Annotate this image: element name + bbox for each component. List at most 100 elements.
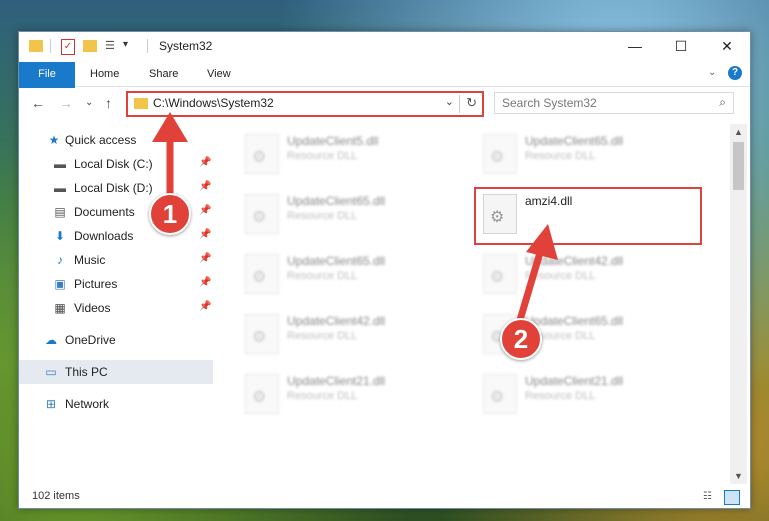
- sidebar-item-label: OneDrive: [65, 333, 116, 347]
- properties-list-icon[interactable]: ☰: [105, 40, 119, 52]
- minimize-button[interactable]: —: [612, 32, 658, 60]
- sidebar-item-videos[interactable]: ▦ Videos 📌: [19, 296, 213, 320]
- sidebar-item-label: Music: [74, 253, 106, 267]
- file-name: UpdateClient65.dll: [287, 254, 386, 268]
- file-name: UpdateClient65.dll: [525, 134, 624, 148]
- expand-ribbon-chevron-icon[interactable]: ⌄: [708, 67, 716, 78]
- new-folder-icon[interactable]: [83, 40, 97, 52]
- refresh-icon[interactable]: ↻: [466, 95, 477, 111]
- status-bar: 102 items ☷: [19, 486, 750, 508]
- close-button[interactable]: ✕: [704, 32, 750, 60]
- step-1-badge: 1: [149, 193, 191, 235]
- search-placeholder: Search System32: [502, 96, 597, 110]
- file-name: UpdateClient65.dll: [525, 314, 624, 328]
- file-item[interactable]: ⚙ UpdateClient65.dll Resource DLL: [237, 188, 457, 240]
- scroll-down-arrow-icon[interactable]: ▼: [730, 468, 747, 484]
- sidebar-item-local-disk-c[interactable]: ▬ Local Disk (C:) 📌: [19, 152, 213, 176]
- item-count: 102 items: [32, 490, 80, 502]
- pin-icon[interactable]: 📌: [199, 301, 211, 312]
- file-name: UpdateClient5.dll: [287, 134, 379, 148]
- documents-icon: ▤: [54, 205, 66, 219]
- dll-file-icon: ⚙: [245, 314, 279, 354]
- sidebar-item-label: Downloads: [74, 229, 134, 243]
- address-path[interactable]: C:\Windows\System32: [153, 96, 274, 110]
- sidebar-item-label: Pictures: [74, 277, 118, 291]
- sidebar-item-label: Local Disk (D:): [74, 181, 153, 195]
- file-name: UpdateClient65.dll: [287, 194, 386, 208]
- file-item[interactable]: ⚙ UpdateClient65.dll Resource DLL: [475, 128, 695, 180]
- sidebar-item-quick-access[interactable]: ★ Quick access: [19, 128, 213, 152]
- pin-icon[interactable]: 📌: [199, 277, 211, 288]
- dll-file-icon: ⚙: [483, 134, 517, 174]
- sidebar-item-label: Network: [65, 397, 110, 411]
- back-arrow-icon[interactable]: ←: [31, 95, 45, 111]
- file-name: UpdateClient21.dll: [287, 374, 386, 388]
- large-icons-view-icon[interactable]: [724, 490, 740, 505]
- dll-file-icon: ⚙: [245, 374, 279, 414]
- scroll-up-arrow-icon[interactable]: ▲: [730, 124, 747, 140]
- window-title: System32: [159, 39, 213, 53]
- maximize-button[interactable]: ☐: [658, 32, 704, 60]
- pin-icon[interactable]: 📌: [199, 181, 211, 192]
- pictures-icon: ▣: [54, 277, 66, 291]
- sidebar-item-music[interactable]: ♪ Music 📌: [19, 248, 213, 272]
- address-bar[interactable]: C:\Windows\System32 ⌄ ↻: [126, 91, 484, 117]
- sidebar-item-network[interactable]: ⊞ Network: [19, 392, 213, 416]
- sidebar-item-local-disk-d[interactable]: ▬ Local Disk (D:) 📌: [19, 176, 213, 200]
- vertical-scrollbar[interactable]: ▲ ▼: [730, 124, 747, 484]
- file-item[interactable]: ⚙ UpdateClient65.dll Resource DLL: [237, 248, 457, 300]
- file-type: Resource DLL: [525, 390, 596, 402]
- file-type: Resource DLL: [525, 150, 596, 162]
- sidebar-item-this-pc[interactable]: ▭ This PC: [19, 360, 213, 384]
- file-name: UpdateClient21.dll: [525, 374, 624, 388]
- file-type: Resource DLL: [287, 330, 358, 342]
- properties-check-icon[interactable]: ✓: [61, 39, 75, 55]
- scroll-thumb[interactable]: [733, 142, 744, 190]
- pin-icon[interactable]: 📌: [199, 253, 211, 264]
- file-item[interactable]: ⚙ UpdateClient5.dll Resource DLL: [237, 128, 457, 180]
- details-view-icon[interactable]: ☷: [703, 491, 717, 503]
- file-type: Resource DLL: [287, 390, 358, 402]
- cloud-icon: ☁: [45, 333, 57, 347]
- address-dropdown-chevron-icon[interactable]: ⌄: [445, 95, 454, 108]
- pin-icon[interactable]: 📌: [199, 229, 211, 240]
- file-list: ⚙ UpdateClient5.dll Resource DLL ⚙ Updat…: [217, 124, 730, 484]
- recent-locations-chevron-icon[interactable]: ⌄: [85, 97, 93, 108]
- tab-view[interactable]: View: [193, 62, 245, 86]
- sidebar-item-pictures[interactable]: ▣ Pictures 📌: [19, 272, 213, 296]
- search-input[interactable]: Search System32 ⌕: [494, 92, 734, 114]
- tab-home[interactable]: Home: [76, 62, 133, 86]
- file-item[interactable]: ⚙ UpdateClient42.dll Resource DLL: [237, 308, 457, 360]
- step-2-badge: 2: [500, 318, 542, 360]
- drive-icon: ▬: [54, 157, 66, 171]
- file-explorer-window: ✓ ☰ ▾ System32 — ☐ ✕ File Home Share Vie…: [18, 31, 751, 509]
- drive-icon: ▬: [54, 181, 66, 195]
- sidebar-item-label: Quick access: [65, 133, 137, 147]
- quick-access-divider: [50, 39, 51, 53]
- file-type: Resource DLL: [287, 270, 358, 282]
- file-item[interactable]: ⚙ UpdateClient21.dll Resource DLL: [475, 368, 695, 420]
- sidebar-item-onedrive[interactable]: ☁ OneDrive: [19, 328, 213, 352]
- sidebar-item-label: This PC: [65, 365, 108, 379]
- pin-icon[interactable]: 📌: [199, 157, 211, 168]
- computer-icon: ▭: [45, 365, 57, 379]
- file-item[interactable]: ⚙ UpdateClient42.dll Resource DLL: [475, 248, 695, 300]
- sidebar-item-label: Documents: [74, 205, 135, 219]
- help-icon[interactable]: ?: [728, 66, 742, 80]
- highlight-box: [474, 187, 702, 245]
- file-type: Resource DLL: [287, 210, 358, 222]
- downloads-icon: ⬇: [54, 229, 66, 243]
- file-type: Resource DLL: [525, 270, 596, 282]
- forward-arrow-icon[interactable]: →: [59, 95, 73, 111]
- pin-icon[interactable]: 📌: [199, 205, 211, 216]
- ribbon-tabs: File Home Share View ⌄ ?: [19, 62, 750, 114]
- tab-share[interactable]: Share: [135, 62, 192, 86]
- address-folder-icon: [134, 98, 148, 109]
- dll-file-icon: ⚙: [483, 254, 517, 294]
- quick-access-toolbar-dropdown-icon[interactable]: ▾: [123, 39, 128, 55]
- videos-icon: ▦: [54, 301, 66, 315]
- up-arrow-icon[interactable]: ↑: [105, 95, 112, 111]
- search-icon[interactable]: ⌕: [719, 95, 726, 110]
- file-item[interactable]: ⚙ UpdateClient21.dll Resource DLL: [237, 368, 457, 420]
- file-name: UpdateClient42.dll: [525, 254, 624, 268]
